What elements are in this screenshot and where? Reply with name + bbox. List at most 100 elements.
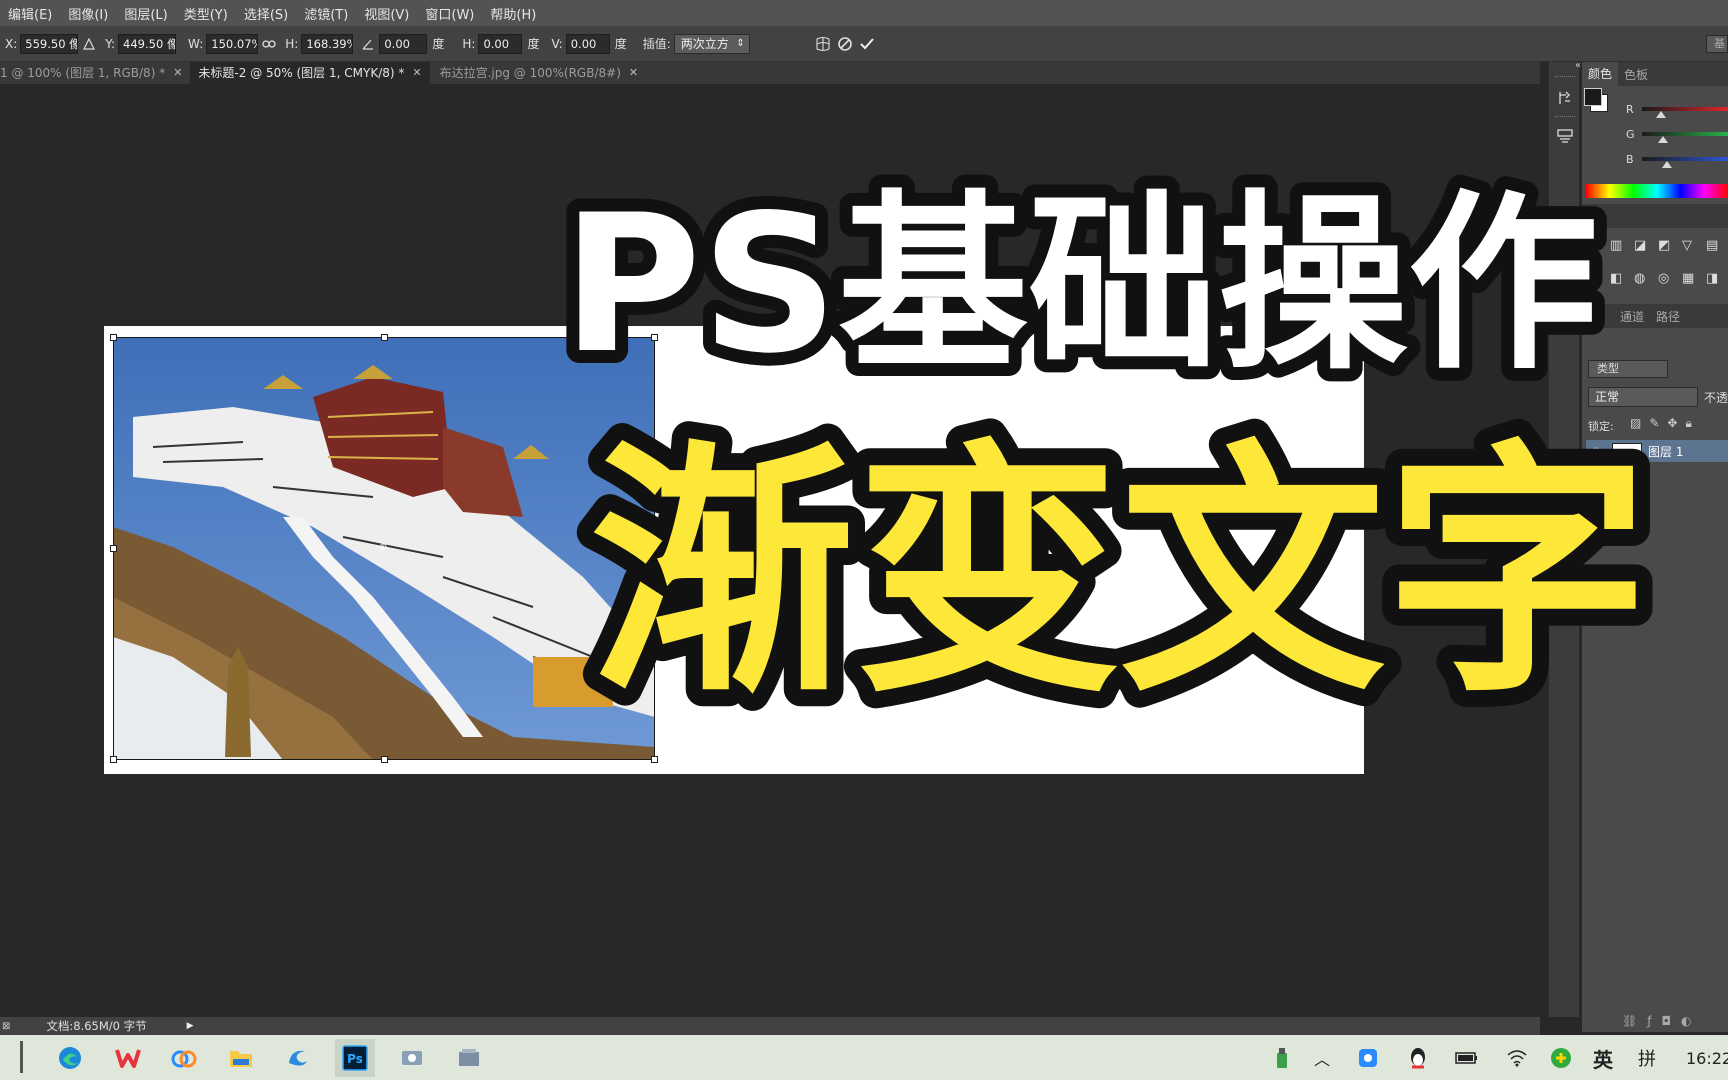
red-slider[interactable]: R [1626,100,1728,118]
photo-filter-icon[interactable]: ◍ [1634,271,1656,296]
ime-language[interactable]: 英 [1588,1043,1618,1073]
ime-status-icon[interactable] [1548,1043,1574,1073]
menu-layer[interactable]: 图层(L) [116,4,175,23]
skew-v-field[interactable]: 0.00 [565,33,610,54]
wps-icon[interactable] [108,1039,148,1077]
tab-swatches[interactable]: 色板 [1618,66,1654,83]
interpolation-select[interactable]: 两次立方 [673,33,750,54]
menu-image[interactable]: 图像(I) [60,4,116,23]
slider-knob[interactable] [1662,161,1672,168]
free-transform-box[interactable]: ⊕ [110,334,658,763]
photoshop-icon[interactable]: Ps [335,1039,375,1077]
brightness-icon[interactable]: ☼ [1586,238,1608,263]
color-spectrum[interactable] [1586,184,1728,198]
visibility-icon[interactable]: ◉ [1592,446,1606,457]
w-field[interactable]: 150.07% [206,33,259,54]
workspace-switcher[interactable]: 基 [1706,34,1728,53]
transform-handle[interactable] [110,545,117,552]
screen-recorder-icon[interactable] [392,1039,432,1077]
relative-position-icon[interactable] [78,33,100,55]
browser-icon[interactable] [278,1039,318,1077]
layer-actions[interactable]: ⛓ƒ◘◐ [1622,1014,1701,1028]
blend-mode-select[interactable]: 正常 [1588,387,1698,407]
lock-icons[interactable]: ▨✎✥🔒︎ [1630,416,1700,431]
levels-icon[interactable]: ▥ [1610,238,1632,263]
tray-app-icon[interactable] [1356,1043,1380,1073]
tab-channels[interactable]: 通道 [1614,308,1650,325]
menu-view[interactable]: 视图(V) [356,4,417,23]
bw-icon[interactable]: ◧ [1610,271,1632,296]
ime-mode[interactable]: 拼 [1632,1043,1662,1073]
menu-type[interactable]: 类型(Y) [176,4,236,23]
y-field[interactable]: 449.50 像 [118,33,177,54]
tab-label: 1 @ 100% (图层 1, RGB/8) * [0,66,166,80]
foreground-color-swatch[interactable] [1584,88,1602,106]
tab-styles[interactable]: 式 [1582,208,1606,225]
usb-icon[interactable] [1270,1043,1294,1073]
status-menu-arrow-icon[interactable]: ▶ [187,1021,194,1031]
menu-edit[interactable]: 编辑(E) [0,4,60,23]
menu-select[interactable]: 选择(S) [236,4,296,23]
curves-icon[interactable]: ◪ [1634,238,1656,263]
link-icon[interactable] [258,33,280,55]
edge-icon[interactable] [50,1039,90,1077]
clock[interactable]: 16:22 [1686,1043,1728,1073]
reference-point-icon[interactable]: ⊕ [379,543,389,553]
cancel-transform-icon[interactable] [834,33,856,55]
right-panels: 颜色 色板 R G B 式 ☼ ▥ ◪ ◩ ▽ ▤ ⚖ ◧ ◍ ◎ ▦ ◨ 通道… [1582,62,1728,1032]
close-icon[interactable]: ✕ [412,62,421,84]
chevron-up-icon[interactable]: ︿ [1310,1043,1334,1073]
wifi-icon[interactable] [1504,1043,1530,1073]
warp-mode-icon[interactable] [812,33,834,55]
skew-v-label: V: [551,36,563,51]
vibrance-icon[interactable]: ▽ [1682,238,1704,263]
close-icon[interactable]: ✕ [173,62,182,84]
status-bar: ⊠ 文档:8.65M/0 字节 ▶ [0,1017,1540,1035]
h-field[interactable]: 168.39% [301,33,354,54]
transform-handle[interactable] [110,756,117,763]
adjustments-panel-tabs: 式 [1582,204,1728,228]
transform-handle[interactable] [651,756,658,763]
balance-icon[interactable]: ⚖ [1586,271,1608,296]
blue-slider[interactable]: B [1626,150,1728,168]
menu-filter[interactable]: 滤镜(T) [296,4,356,23]
transform-handle[interactable] [651,334,658,341]
zoom-icon[interactable]: ⊠ [2,1021,10,1032]
history-icon[interactable] [1553,86,1577,110]
menu-window[interactable]: 窗口(W) [417,4,482,23]
layer-name[interactable]: 图层 1 [1648,443,1683,460]
properties-icon[interactable] [1553,124,1577,148]
qq-icon[interactable] [1406,1043,1430,1073]
x-field[interactable]: 559.50 像 [20,33,79,54]
video-editor-icon[interactable] [449,1039,489,1077]
exposure-icon[interactable]: ◩ [1658,238,1680,263]
channel-mixer-icon[interactable]: ◎ [1658,271,1680,296]
transform-handle[interactable] [651,545,658,552]
file-explorer-icon[interactable] [221,1039,261,1077]
layer-row[interactable]: ◉ 图层 1 [1586,440,1728,462]
skew-h-field[interactable]: 0.00 [478,33,523,54]
hue-icon[interactable]: ▤ [1706,238,1728,263]
green-slider[interactable]: G [1626,125,1728,143]
close-icon[interactable]: ✕ [629,62,638,84]
tab-untitled-2[interactable]: 未标题-2 @ 50% (图层 1, CMYK/8) * ✕ [190,62,430,84]
slider-knob[interactable] [1656,111,1666,118]
slider-knob[interactable] [1658,136,1668,143]
menu-help[interactable]: 帮助(H) [482,4,544,23]
battery-icon[interactable] [1454,1043,1480,1073]
commit-transform-icon[interactable] [856,33,878,55]
layer-kind-filter[interactable]: 类型 [1588,360,1668,378]
transform-handle[interactable] [381,756,388,763]
color-lookup-icon[interactable]: ▦ [1682,271,1704,296]
tab-document-1[interactable]: 1 @ 100% (图层 1, RGB/8) * ✕ [0,62,190,84]
collapse-icon[interactable]: « [1575,60,1581,71]
transform-handle[interactable] [381,334,388,341]
transform-handle[interactable] [110,334,117,341]
baidu-netdisk-icon[interactable] [164,1039,204,1077]
invert-icon[interactable]: ◨ [1706,271,1728,296]
opacity-label: 不透 [1704,391,1728,405]
angle-field[interactable]: 0.00 [379,33,428,54]
tab-potala-jpg[interactable]: 布达拉宫.jpg @ 100%(RGB/8#) ✕ [430,62,647,84]
tab-paths[interactable]: 路径 [1650,308,1686,325]
tab-color[interactable]: 颜色 [1582,62,1619,86]
